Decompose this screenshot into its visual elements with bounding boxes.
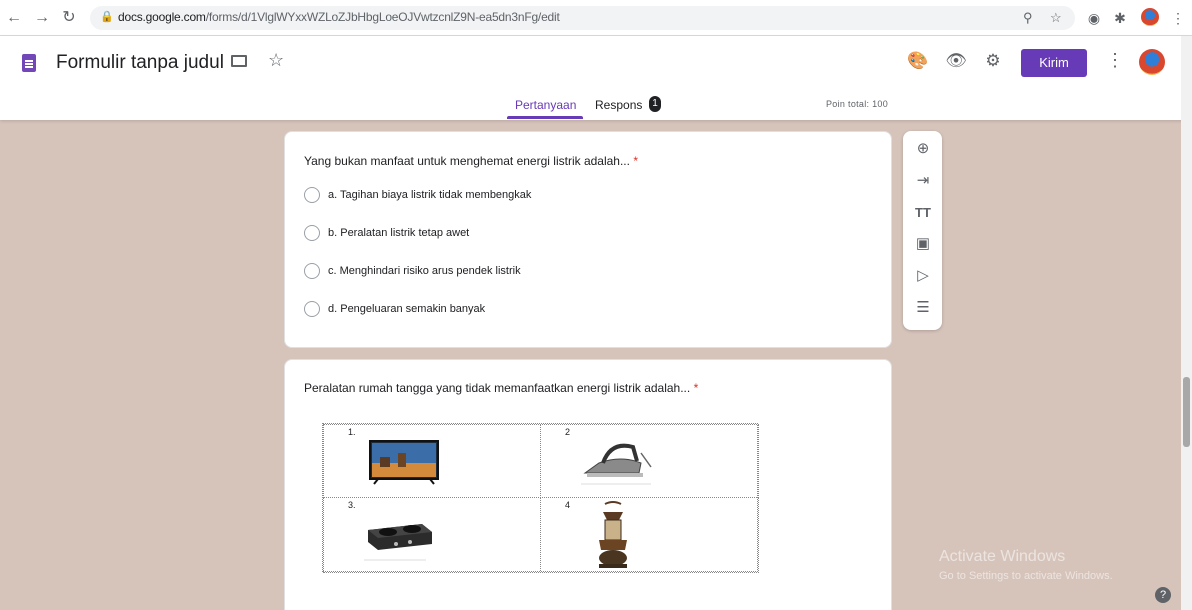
add-section-icon[interactable]: ☰	[913, 298, 933, 318]
required-mark: *	[693, 381, 699, 395]
preview-eye-icon[interactable]: 👁	[945, 50, 967, 72]
reload-icon[interactable]: ↻	[59, 8, 79, 28]
browser-menu-icon[interactable]: ⋮	[1168, 8, 1188, 28]
tab-responses[interactable]: Respons	[595, 98, 642, 112]
question-card[interactable]: Yang bukan manfaat untuk menghemat energ…	[284, 131, 892, 348]
option-label[interactable]: b. Peralatan listrik tetap awet	[328, 227, 469, 239]
required-mark: *	[633, 154, 638, 168]
add-image-icon[interactable]: ▣	[913, 234, 933, 254]
radio-button[interactable]	[304, 301, 320, 317]
scrollbar-thumb[interactable]	[1183, 377, 1190, 447]
activate-windows-subtitle: Go to Settings to activate Windows.	[939, 570, 1113, 582]
send-button[interactable]: Kirim	[1021, 49, 1087, 77]
radio-button[interactable]	[304, 263, 320, 279]
option-label[interactable]: c. Menghindari risiko arus pendek listri…	[328, 265, 521, 277]
add-title-icon[interactable]: TT	[913, 203, 933, 223]
responses-count-badge: 1	[649, 96, 661, 112]
option-label[interactable]: d. Pengeluaran semakin banyak	[328, 303, 485, 315]
image-cell: 4	[540, 497, 759, 573]
question-image[interactable]: 1. 2 3. 4	[322, 423, 759, 573]
zoom-icon[interactable]: ⚲	[1023, 10, 1033, 26]
extensions-puzzle-icon[interactable]: ✱	[1110, 8, 1130, 28]
image-cell: 3.	[323, 497, 541, 573]
help-icon[interactable]: ?	[1155, 587, 1171, 603]
palette-icon[interactable]: 🎨	[907, 50, 929, 72]
forms-header: Formulir tanpa judul ☆ 🎨 👁 ⚙ Kirim ⋮ Per…	[0, 36, 1192, 120]
image-number: 3.	[348, 500, 356, 510]
image-number: 1.	[348, 427, 356, 437]
page-scrollbar[interactable]	[1181, 36, 1192, 610]
forward-icon[interactable]: →	[32, 8, 52, 28]
add-video-icon[interactable]: ▷	[913, 266, 933, 286]
back-icon[interactable]: ←	[4, 8, 24, 28]
import-questions-icon[interactable]: ⇥	[913, 171, 933, 191]
activate-windows-title: Activate Windows	[939, 548, 1066, 565]
folder-icon[interactable]	[231, 55, 247, 67]
form-title[interactable]: Formulir tanpa judul	[56, 52, 224, 74]
url-text: docs.google.com/forms/d/1VlglWYxxWZLoZJb…	[118, 10, 560, 24]
television-icon	[369, 440, 439, 485]
total-points: Poin total: 100	[826, 99, 889, 109]
active-tab-indicator	[507, 116, 583, 119]
star-icon[interactable]: ☆	[268, 50, 284, 71]
question-title[interactable]: Yang bukan manfaat untuk menghemat energ…	[304, 154, 638, 168]
question-toolbar: ⊕ ⇥ TT ▣ ▷ ☰	[903, 131, 942, 330]
tab-questions[interactable]: Pertanyaan	[515, 98, 576, 112]
question-card[interactable]: Peralatan rumah tangga yang tidak memanf…	[284, 359, 892, 610]
avatar[interactable]	[1139, 49, 1165, 75]
image-number: 4	[565, 500, 571, 510]
extension-circle-icon[interactable]: ◉	[1084, 8, 1104, 28]
image-cell: 2	[540, 424, 759, 498]
settings-gear-icon[interactable]: ⚙	[982, 50, 1004, 72]
radio-button[interactable]	[304, 187, 320, 203]
address-bar[interactable]: 🔒 docs.google.com/forms/d/1VlglWYxxWZLoZ…	[90, 6, 1075, 30]
question-title[interactable]: Peralatan rumah tangga yang tidak memanf…	[304, 381, 698, 395]
more-options-icon[interactable]: ⋮	[1106, 50, 1124, 71]
browser-toolbar: ← → ↻ 🔒 docs.google.com/forms/d/1VlglWYx…	[0, 0, 1192, 36]
add-question-icon[interactable]: ⊕	[913, 139, 933, 159]
iron-icon	[581, 443, 652, 485]
image-number: 2	[565, 427, 571, 437]
gas-stove-icon	[364, 524, 432, 561]
radio-button[interactable]	[304, 225, 320, 241]
option-label[interactable]: a. Tagihan biaya listrik tidak membengka…	[328, 189, 531, 201]
forms-logo-icon[interactable]	[22, 54, 36, 72]
profile-avatar-icon[interactable]	[1140, 8, 1160, 28]
bookmark-star-icon[interactable]: ☆	[1050, 10, 1062, 26]
lock-icon: 🔒	[100, 11, 114, 23]
oil-lantern-icon	[599, 501, 627, 568]
image-cell: 1.	[323, 424, 541, 498]
